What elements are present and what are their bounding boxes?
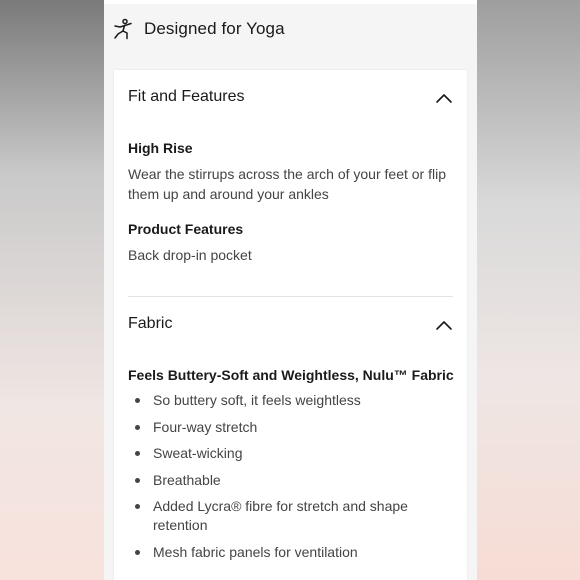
fabric-bullet-list: So buttery soft, it feels weightless Fou…: [128, 391, 448, 569]
fabric-heading: Feels Buttery-Soft and Weightless, Nulu™…: [128, 367, 454, 383]
list-item-text: So buttery soft, it feels weightless: [153, 392, 361, 408]
list-item-text: Mesh fabric panels for ventilation: [153, 543, 358, 560]
details-card: Fit and Features High Rise Wear the stir…: [114, 70, 467, 580]
bullet-dot: [135, 424, 140, 430]
background-right: [477, 0, 580, 580]
list-item: So buttery soft, it feels weightless: [128, 391, 448, 410]
list-item: Sweat-wicking: [128, 444, 448, 463]
yoga-pose-icon: [112, 18, 134, 40]
bullet-dot: [135, 477, 140, 483]
bullet-dot: [135, 504, 140, 509]
fit-and-features-header[interactable]: Fit and Features: [128, 88, 453, 106]
product-features-heading: Product Features: [128, 221, 244, 237]
list-item-text: Breathable: [153, 471, 221, 488]
chevron-up-icon[interactable]: [435, 91, 453, 103]
list-item: Breathable: [128, 471, 448, 490]
high-rise-heading: High Rise: [128, 140, 193, 156]
list-item: Four-way stretch: [128, 418, 448, 437]
chevron-up-icon[interactable]: [435, 318, 453, 330]
list-item-text: Added Lycra® fibre for stretch and shape…: [153, 498, 408, 533]
background-left: [0, 0, 104, 580]
designed-for-row: Designed for Yoga: [112, 18, 285, 40]
fabric-header[interactable]: Fabric: [128, 315, 453, 333]
bullet-dot: [135, 398, 140, 403]
bullet-dot: [135, 549, 140, 555]
list-item-text: Four-way stretch: [153, 418, 258, 435]
bullet-dot: [135, 451, 140, 456]
designed-for-title: Designed for Yoga: [144, 19, 285, 38]
list-item-text: Sweat-wicking: [153, 445, 243, 461]
section-divider: [128, 296, 453, 297]
high-rise-text: Wear the stirrups across the arch of you…: [128, 166, 446, 202]
top-edge: [104, 0, 477, 4]
list-item: Mesh fabric panels for ventilation: [128, 543, 448, 562]
section-title: Fit and Features: [128, 88, 245, 105]
product-details-screen: Designed for Yoga Fit and Features High …: [104, 0, 477, 580]
product-features-text: Back drop-in pocket: [128, 247, 252, 263]
list-item: Added Lycra® fibre for stretch and shape…: [128, 497, 448, 535]
section-title: Fabric: [128, 315, 173, 332]
